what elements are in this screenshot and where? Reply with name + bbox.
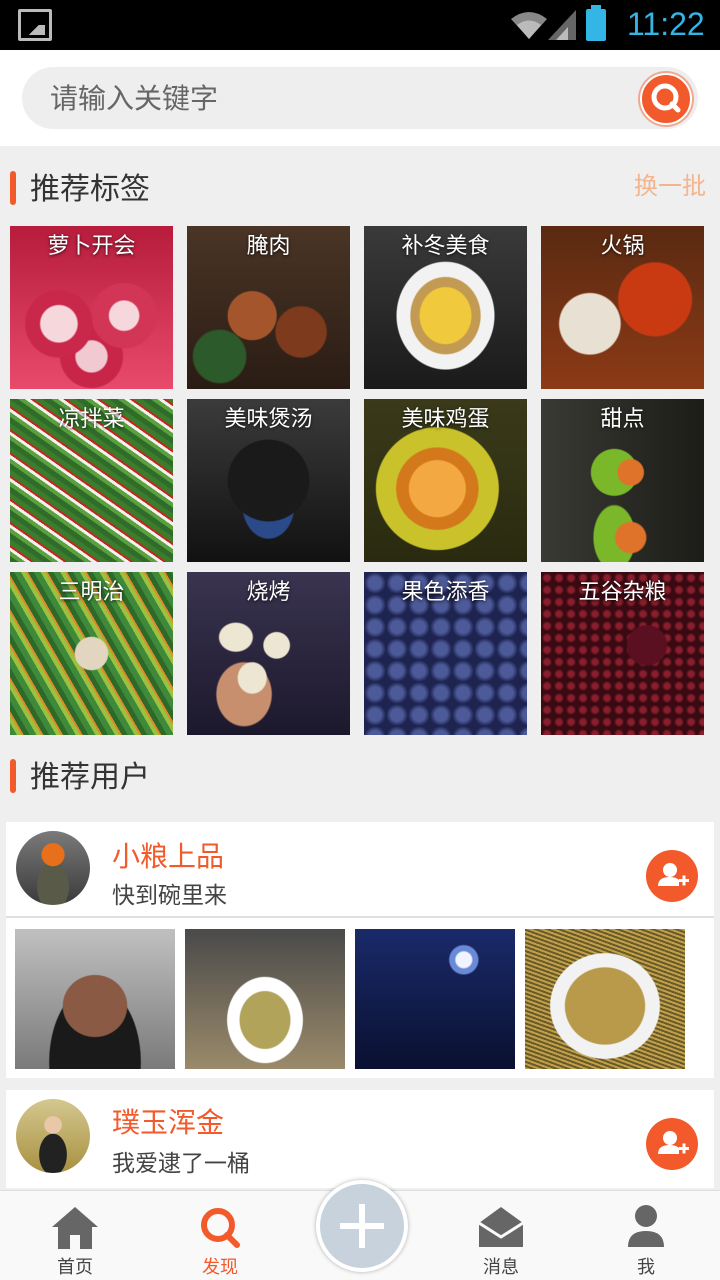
user-photo-strip [6,918,714,1078]
tag-label: 三明治 [58,580,125,605]
nav-label: 发现 [202,1257,238,1278]
tag-tile[interactable]: 萝卜开会 [10,226,173,389]
users-section-title: 推荐用户 [30,760,150,795]
tag-label: 美味煲汤 [224,407,313,432]
nav-label: 我 [637,1257,655,1278]
user-card[interactable]: 璞玉浑金 我爱逮了一桶 [6,1090,714,1188]
search-input[interactable] [50,77,610,119]
users-section-header: 推荐用户 [10,752,150,796]
tag-label: 凉拌菜 [58,407,125,432]
tag-tile[interactable]: 腌肉 [187,226,350,389]
status-time: 11:22 [627,6,705,42]
refresh-tags-button[interactable]: 换一批 [634,166,706,201]
follow-button[interactable] [646,850,698,902]
tag-label: 美味鸡蛋 [401,407,490,432]
search-button[interactable] [640,73,692,125]
image-notification-icon [18,9,52,41]
add-user-icon [658,1131,689,1154]
user-photo[interactable] [15,929,175,1069]
add-post-button[interactable] [316,1180,408,1272]
tag-label: 火锅 [600,234,645,259]
tag-label: 腌肉 [246,234,291,259]
nav-label: 首页 [57,1257,93,1278]
tag-label: 甜点 [600,407,645,432]
tag-tile[interactable]: 凉拌菜 [10,399,173,562]
user-bio: 快到碗里来 [112,883,227,909]
user-icon [628,1205,664,1247]
tag-tile[interactable]: 甜点 [541,399,704,562]
tags-section-header: 推荐标签 [10,164,150,208]
nav-discover[interactable]: 发现 [170,1191,270,1280]
tag-tile[interactable]: 五谷杂粮 [541,572,704,735]
user-avatar[interactable] [16,831,90,905]
tag-tile[interactable]: 美味煲汤 [187,399,350,562]
tag-tile[interactable]: 果色添香 [364,572,527,735]
user-photo[interactable] [185,929,345,1069]
user-photo[interactable] [355,929,515,1069]
tag-tile[interactable]: 三明治 [10,572,173,735]
discover-search-icon [201,1208,240,1248]
user-name[interactable]: 小粮上品 [112,835,224,875]
user-card[interactable]: 小粮上品 快到碗里来 [6,822,714,916]
mail-icon [478,1207,524,1247]
user-photo[interactable] [525,929,685,1069]
tag-tile[interactable]: 补冬美食 [364,226,527,389]
plus-icon [340,1204,384,1248]
nav-me[interactable]: 我 [596,1191,696,1280]
tag-label: 果色添香 [401,580,490,605]
search-icon [651,83,681,113]
tag-label: 补冬美食 [401,234,490,259]
nav-messages[interactable]: 消息 [451,1191,551,1280]
tag-tile[interactable]: 火锅 [541,226,704,389]
user-bio: 我爱逮了一桶 [112,1151,250,1177]
nav-home[interactable]: 首页 [25,1191,125,1280]
search-box [22,67,698,129]
tag-tile[interactable]: 美味鸡蛋 [364,399,527,562]
tags-section-title: 推荐标签 [30,172,150,207]
user-avatar[interactable] [16,1099,90,1173]
status-bar: 11:22 [0,0,720,50]
nav-label: 消息 [483,1257,519,1278]
user-name[interactable]: 璞玉浑金 [112,1101,224,1141]
section-marker [10,170,16,205]
signal-icon [548,10,576,40]
battery-icon [586,5,606,41]
add-user-icon [658,863,689,886]
tag-label: 五谷杂粮 [578,580,667,605]
search-bar [0,50,720,146]
home-icon [52,1207,98,1249]
follow-button[interactable] [646,1118,698,1170]
tag-tile[interactable]: 烧烤 [187,572,350,735]
tag-label: 烧烤 [246,580,291,605]
wifi-icon [511,12,547,39]
tag-label: 萝卜开会 [47,234,136,259]
section-marker [10,758,16,793]
